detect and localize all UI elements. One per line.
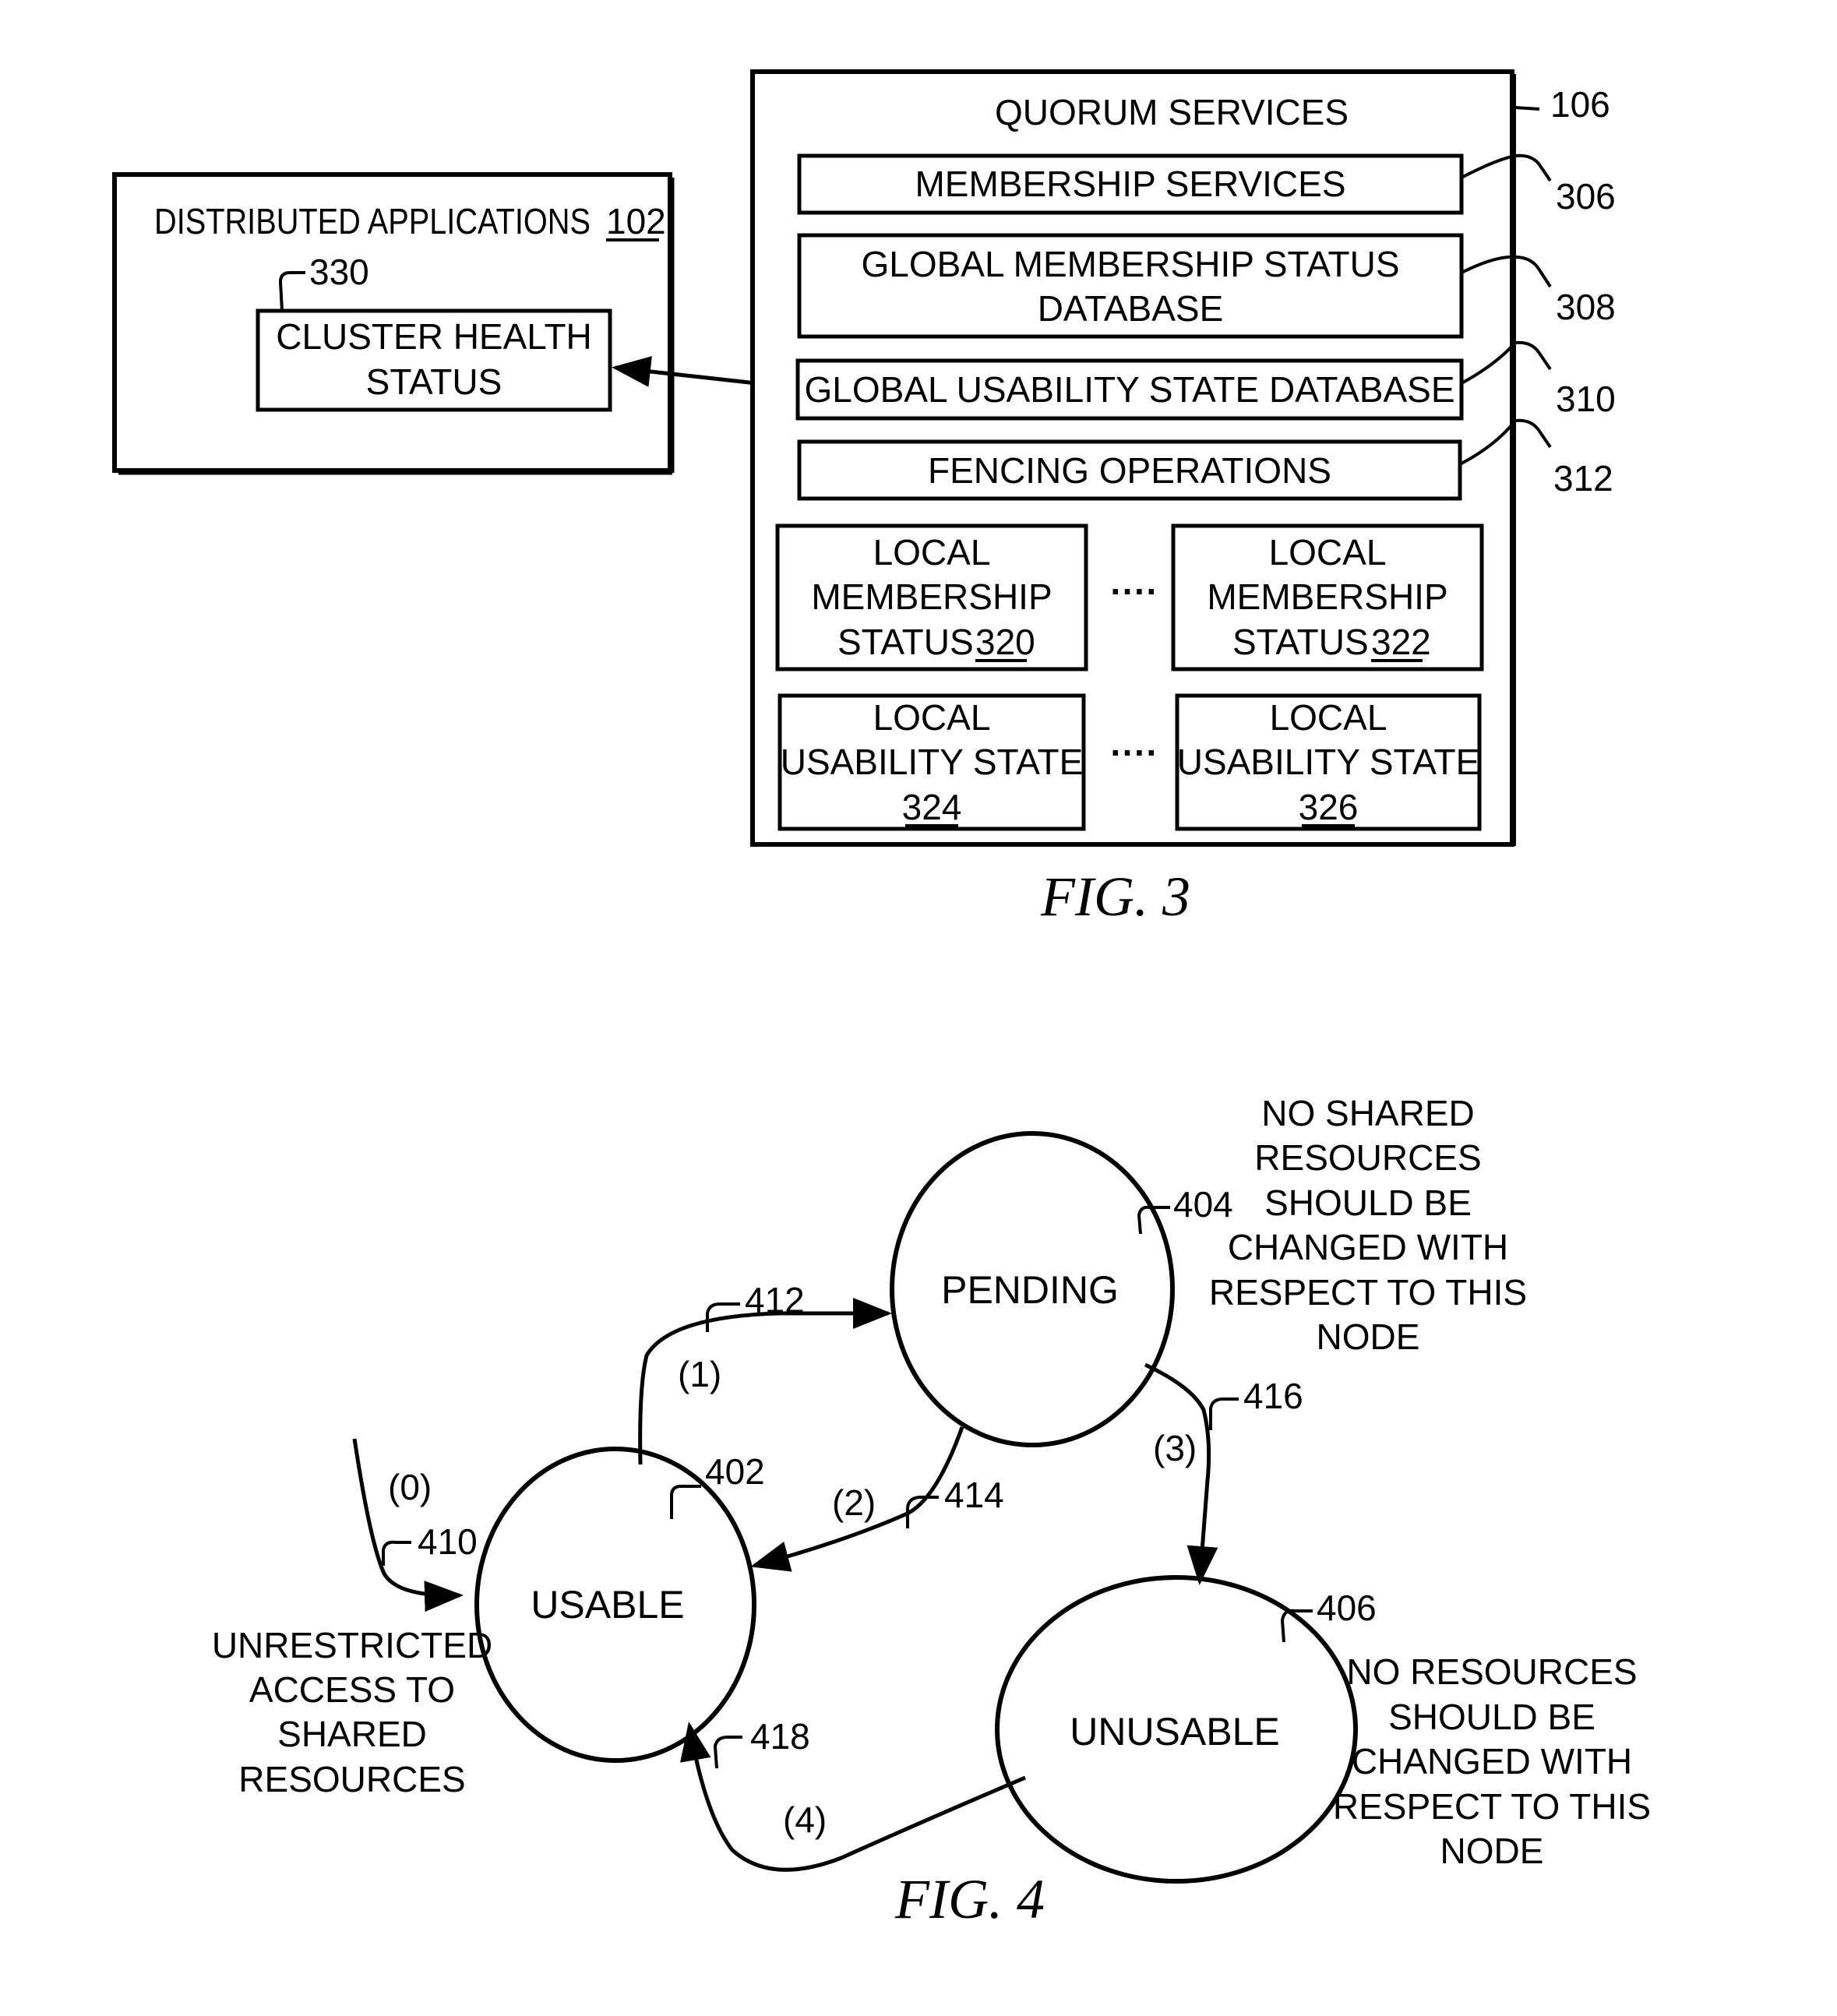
note-line: ACCESS TO: [249, 1669, 455, 1710]
leader-106: [1514, 106, 1540, 111]
pending-note: NO SHARED RESOURCES SHOULD BE CHANGED WI…: [1209, 1093, 1527, 1357]
transition-4-label: (4): [783, 1799, 827, 1840]
leader-410: [382, 1540, 411, 1566]
local-usability-324-line1: LOCAL: [873, 697, 991, 738]
global-membership-db-line2: DATABASE: [1038, 288, 1224, 329]
note-line: NO SHARED: [1261, 1093, 1474, 1133]
distributed-applications-box: DISTRIBUTED APPLICATIONS 102 330 CLUSTER…: [112, 172, 675, 475]
usable-note: UNRESTRICTED ACCESS TO SHARED RESOURCES: [212, 1625, 492, 1799]
state-pending-label: PENDING: [941, 1268, 1119, 1312]
transition-1-ref: 412: [745, 1280, 805, 1320]
local-membership-322-line3: STATUS: [1232, 622, 1369, 662]
local-membership-322-line2: MEMBERSHIP: [1207, 576, 1447, 617]
transition-4-arrow: [680, 1722, 1026, 1872]
note-line: RESPECT TO THIS: [1333, 1786, 1651, 1827]
local-membership-320-ref: 320: [975, 622, 1035, 662]
note-line: RESPECT TO THIS: [1209, 1272, 1527, 1313]
transition-4-ref: 418: [750, 1716, 810, 1757]
local-membership-320-line2: MEMBERSHIP: [811, 576, 1052, 617]
state-usable-label: USABLE: [531, 1583, 684, 1627]
note-line: CHANGED WITH: [1228, 1227, 1508, 1267]
fig3: DISTRIBUTED APPLICATIONS 102 330 CLUSTER…: [112, 69, 1616, 928]
transition-3-ref: 416: [1243, 1376, 1303, 1416]
usability-ellipsis: ····: [1110, 732, 1158, 773]
cluster-health-line2: STATUS: [366, 361, 502, 402]
note-line: NO RESOURCES: [1346, 1651, 1637, 1692]
patent-drawing-sheet: DISTRIBUTED APPLICATIONS 102 330 CLUSTER…: [112, 69, 1651, 1930]
note-line: NODE: [1317, 1316, 1420, 1357]
state-unusable-label: UNUSABLE: [1070, 1710, 1280, 1753]
membership-ellipsis: ····: [1110, 571, 1158, 611]
local-membership-320-line1: LOCAL: [873, 532, 991, 573]
note-line: CHANGED WITH: [1352, 1741, 1632, 1782]
distributed-applications-title: DISTRIBUTED APPLICATIONS: [154, 201, 591, 241]
local-usability-326-line2: USABILITY STATE: [1177, 742, 1480, 782]
membership-services-label: MEMBERSHIP SERVICES: [915, 164, 1345, 204]
local-membership-322-line1: LOCAL: [1269, 532, 1387, 573]
local-usability-324-ref: 324: [902, 787, 962, 827]
fig4: USABLE 402 PENDING 404 UNUSABLE 406 (0) …: [212, 1093, 1651, 1930]
fig4-caption: FIG. 4: [894, 1868, 1045, 1930]
state-unusable-ref: 406: [1317, 1588, 1377, 1628]
note-line: UNRESTRICTED: [212, 1625, 492, 1665]
transition-2-ref: 414: [944, 1475, 1004, 1515]
transition-3-arrow: [1144, 1362, 1218, 1585]
quorum-services-ref: 106: [1550, 84, 1610, 125]
transition-0-arrow: [352, 1438, 464, 1612]
transition-1-label: (1): [678, 1354, 721, 1394]
quorum-services-title: QUORUM SERVICES: [995, 92, 1349, 132]
fig3-caption: FIG. 3: [1040, 865, 1190, 928]
local-membership-320-line3: STATUS: [837, 622, 974, 662]
note-line: RESOURCES: [1254, 1137, 1481, 1178]
note-line: NODE: [1440, 1831, 1544, 1871]
fencing-operations-label: FENCING OPERATIONS: [928, 450, 1331, 491]
local-usability-326-line1: LOCAL: [1270, 697, 1387, 738]
global-usability-db-label: GLOBAL USABILITY STATE DATABASE: [804, 369, 1454, 410]
global-membership-db-line1: GLOBAL MEMBERSHIP STATUS: [861, 244, 1399, 284]
local-usability-326-ref: 326: [1299, 787, 1359, 827]
unusable-note: NO RESOURCES SHOULD BE CHANGED WITH RESP…: [1333, 1651, 1651, 1871]
transition-2-label: (2): [832, 1482, 876, 1523]
local-membership-322-ref: 322: [1371, 622, 1431, 662]
transition-0-label: (0): [388, 1467, 432, 1507]
leader-418: [713, 1736, 742, 1769]
membership-services-ref: 306: [1556, 176, 1616, 217]
transition-3-label: (3): [1153, 1428, 1197, 1468]
note-line: SHARED: [277, 1714, 427, 1754]
quorum-services-box: QUORUM SERVICES 106 MEMBERSHIP SERVICES …: [750, 69, 1616, 847]
local-usability-324-line2: USABILITY STATE: [781, 742, 1084, 782]
cluster-health-line1: CLUSTER HEALTH: [276, 316, 592, 357]
note-line: RESOURCES: [238, 1759, 465, 1799]
global-membership-db-ref: 308: [1556, 287, 1616, 327]
global-usability-db-ref: 310: [1556, 379, 1616, 419]
state-pending-ref: 404: [1173, 1184, 1233, 1225]
leader-416: [1209, 1397, 1239, 1430]
state-usable-ref: 402: [705, 1451, 765, 1492]
distributed-applications-ref: 102: [606, 201, 666, 241]
transition-0-ref: 410: [418, 1521, 478, 1562]
note-line: SHOULD BE: [1388, 1697, 1595, 1737]
fencing-operations-ref: 312: [1553, 458, 1613, 499]
note-line: SHOULD BE: [1264, 1182, 1472, 1223]
cluster-health-ref: 330: [309, 252, 369, 292]
